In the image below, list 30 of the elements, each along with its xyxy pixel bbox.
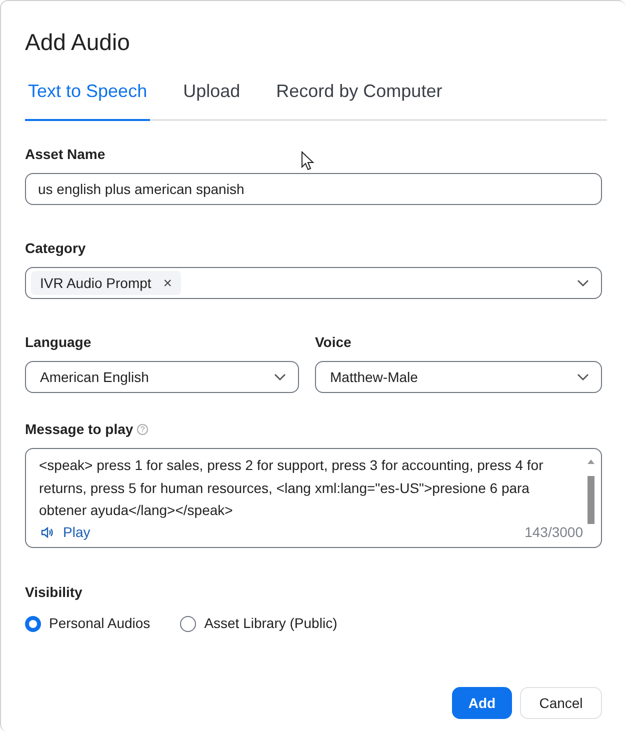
language-select[interactable]: American English	[25, 361, 299, 393]
category-select[interactable]: IVR Audio Prompt ×	[25, 267, 602, 299]
field-label: Message to play	[25, 420, 134, 439]
message-text: <speak> press 1 for sales, press 2 for support, press 3 for accounting, press 4 for returns, press 5 for human resources, <lang xml:lang="es-US">presione 6 para obtener ayuda</lang></speak>	[39, 456, 544, 520]
visibility-radio[interactable]: Personal Audios	[25, 613, 150, 634]
field-label: Asset Name	[25, 145, 106, 164]
tab[interactable]: Text to Speech	[25, 78, 150, 121]
play-button[interactable]: Play	[41, 522, 90, 543]
field-label: Visibility	[25, 583, 82, 602]
dialog-button[interactable]: Cancel	[520, 687, 602, 719]
pointer-cursor-icon	[301, 151, 314, 171]
field-label: Voice	[315, 333, 352, 352]
visibility-radio[interactable]: Asset Library (Public)	[180, 613, 338, 634]
field-label: Language	[25, 333, 92, 352]
category-tag: IVR Audio Prompt ×	[31, 271, 182, 295]
message-field[interactable]	[25, 448, 602, 548]
dialog-button[interactable]: Add	[452, 687, 512, 719]
asset-name-field[interactable]: us english plus american spanish	[25, 173, 602, 205]
chevron-down-icon	[577, 279, 589, 287]
chevron-down-icon	[274, 373, 286, 381]
field-label: Category	[25, 239, 86, 258]
dialog-title: Add Audio	[25, 28, 131, 56]
scrollbar-drawing	[587, 458, 595, 524]
remove-tag-button[interactable]: ×	[163, 276, 172, 290]
tab[interactable]: Record by Computer	[273, 78, 446, 121]
speaker-icon	[41, 527, 53, 538]
chevron-down-icon	[577, 373, 589, 381]
character-count: 143/3000	[524, 523, 583, 542]
voice-select[interactable]: Matthew-Male	[315, 361, 602, 393]
tab[interactable]: Upload	[180, 78, 244, 121]
